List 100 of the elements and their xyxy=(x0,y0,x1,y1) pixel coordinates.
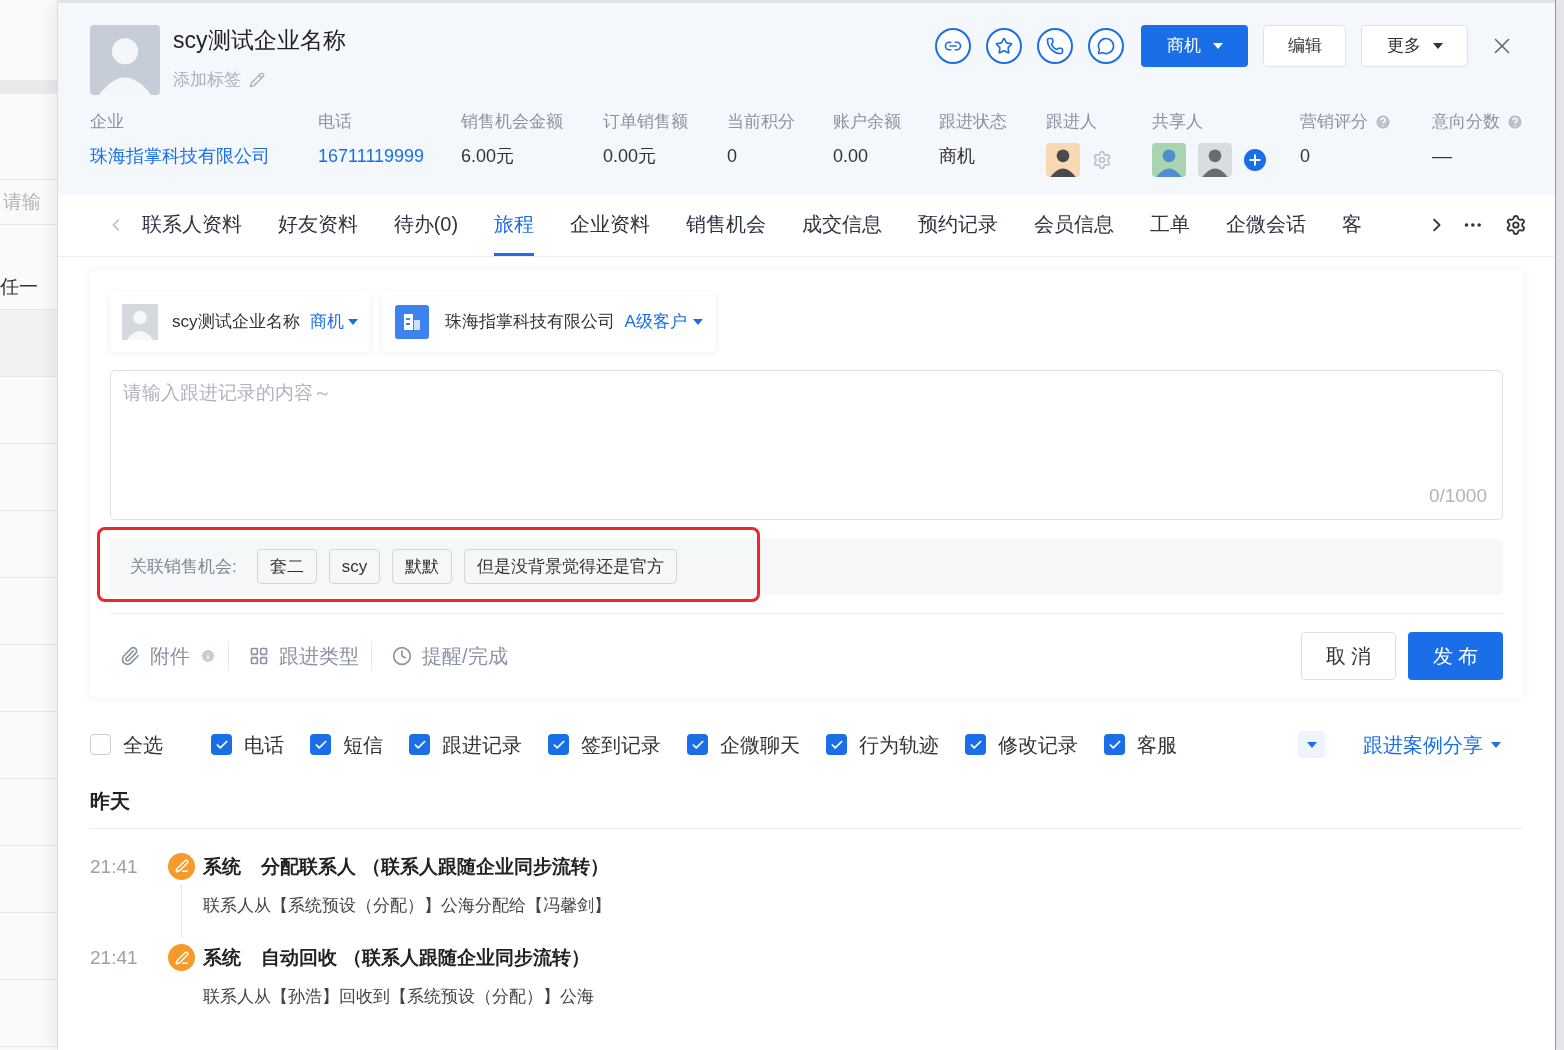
share-dropdown[interactable]: 跟进案例分享 xyxy=(1363,729,1501,760)
field-value: 0.00元 xyxy=(603,144,658,168)
company-name: 珠海指掌科技有限公司 xyxy=(444,310,615,333)
checkbox[interactable] xyxy=(965,734,986,755)
checkbox[interactable] xyxy=(211,734,232,755)
field-label: 跟进状态 xyxy=(939,111,1007,133)
caret-icon xyxy=(347,318,358,325)
field-label: 跟进人 xyxy=(1046,111,1097,133)
opportunity-tag[interactable]: 套二 xyxy=(256,549,317,584)
opportunity-tag[interactable]: 默默 xyxy=(392,549,453,584)
tab[interactable]: 成交信息 xyxy=(802,194,883,256)
checkbox[interactable] xyxy=(310,734,331,755)
checkbox-label: 签到记录 xyxy=(581,732,661,758)
char-counter: 0/1000 xyxy=(1428,484,1488,508)
field-label: 当前积分 xyxy=(727,111,795,133)
settings-icon[interactable] xyxy=(1505,214,1527,236)
tab[interactable]: 企微会话 xyxy=(1226,194,1307,256)
field-value: –– xyxy=(1432,144,1454,168)
tab[interactable]: 工单 xyxy=(1150,194,1191,256)
caret-icon xyxy=(1306,741,1317,748)
field-label: 订单销售额 xyxy=(603,111,688,133)
opportunity-tag[interactable]: 但是没背景觉得还是官方 xyxy=(464,549,678,584)
contact-name: scy测试企业名称 xyxy=(173,26,346,55)
tab[interactable]: 好友资料 xyxy=(277,194,358,256)
link-button[interactable] xyxy=(935,28,971,64)
field-label: 电话 xyxy=(318,111,352,133)
field-value: 0 xyxy=(1300,144,1311,168)
checkbox-label: 短信 xyxy=(343,732,383,758)
type-icon[interactable] xyxy=(249,645,269,666)
field-value: 商机 xyxy=(939,144,976,168)
checkbox-label: 客服 xyxy=(1137,732,1177,758)
field-label: 账户余额 xyxy=(833,111,901,133)
tab[interactable]: 待办(0) xyxy=(393,194,459,256)
reminder-icon[interactable] xyxy=(392,645,412,666)
checkbox-label: 行为轨迹 xyxy=(859,732,939,758)
checkbox[interactable] xyxy=(90,734,111,755)
entry-time: 21:41 xyxy=(90,854,139,879)
tab[interactable]: 销售机会 xyxy=(686,194,767,256)
tab[interactable]: 客 xyxy=(1342,194,1363,256)
field-link[interactable]: 16711119999 xyxy=(318,142,461,170)
linked-opportunities-label: 关联销售机会: xyxy=(130,555,237,578)
publish-button[interactable]: 发 布 xyxy=(1408,631,1503,680)
placeholder-text: 请输入跟进记录的内容～ xyxy=(123,380,333,405)
checkbox-label: 修改记录 xyxy=(998,732,1078,758)
checkbox[interactable] xyxy=(409,734,430,755)
field-label: 企业 xyxy=(90,111,124,133)
checkbox[interactable] xyxy=(548,734,569,755)
building-icon xyxy=(394,304,429,339)
checkbox-label: 全选 xyxy=(123,732,163,758)
field-link[interactable]: 珠海指掌科技有限公司 xyxy=(90,142,318,170)
status-dropdown[interactable]: 商机 xyxy=(309,308,358,335)
chat-button[interactable] xyxy=(1088,28,1124,64)
field-value: 6.00元 xyxy=(461,144,516,168)
grade-dropdown[interactable]: A级客户 xyxy=(624,308,703,335)
status-dropdown-button[interactable]: 商机 xyxy=(1141,25,1248,67)
checkbox[interactable] xyxy=(1104,734,1125,755)
tab[interactable]: 旅程 xyxy=(494,194,535,256)
chat-icon xyxy=(1097,37,1115,55)
caret-icon xyxy=(1212,43,1223,49)
tab[interactable]: 联系人资料 xyxy=(141,194,242,256)
entry-detail: 联系人从【孙浩】回收到【系统预设（分配）】公海 xyxy=(203,986,594,1008)
cancel-button[interactable]: 取 消 xyxy=(1301,631,1396,680)
caret-icon xyxy=(1491,741,1501,748)
more-button[interactable]: 更多 xyxy=(1361,25,1468,67)
tab[interactable]: 预约记录 xyxy=(918,194,999,256)
checkbox-label: 跟进记录 xyxy=(442,732,522,758)
field-value: 0.00 xyxy=(833,144,870,168)
checkbox[interactable] xyxy=(687,734,708,755)
edit-button[interactable]: 编辑 xyxy=(1263,25,1346,67)
phone-icon xyxy=(1046,37,1064,55)
entry-title: 自动回收 （联系人跟随企业同步流转） xyxy=(261,946,590,970)
opportunity-tag[interactable]: scy xyxy=(328,549,381,584)
tab[interactable]: 会员信息 xyxy=(1034,194,1115,256)
add-button[interactable] xyxy=(1244,148,1266,171)
star-icon xyxy=(995,37,1013,55)
field-label: 营销评分 xyxy=(1300,111,1368,133)
plus-icon xyxy=(1247,151,1263,168)
checkbox-label: 电话 xyxy=(244,732,284,758)
phone-button[interactable] xyxy=(1037,28,1073,64)
list-text: 任一 xyxy=(0,275,38,300)
entry-actor: 系统 xyxy=(203,854,241,879)
star-button[interactable] xyxy=(986,28,1022,64)
caret-icon xyxy=(1432,43,1443,49)
entry-time: 21:41 xyxy=(90,946,139,970)
expand-button[interactable] xyxy=(1298,731,1325,758)
field-label: 销售机会金额 xyxy=(461,111,563,133)
contact-name: scy测试企业名称 xyxy=(172,310,300,333)
field-value: 0 xyxy=(727,144,738,168)
entry-title: 分配联系人 （联系人跟随企业同步流转） xyxy=(261,854,609,879)
entry-detail: 联系人从【系统预设（分配）】公海分配给【冯馨剑】 xyxy=(203,894,611,917)
field-label: 共享人 xyxy=(1152,111,1203,133)
pen-icon xyxy=(174,950,189,965)
attachment-icon[interactable] xyxy=(120,645,140,666)
pen-icon xyxy=(174,859,189,873)
checkbox-label: 企微聊天 xyxy=(720,732,800,758)
date-heading: 昨天 xyxy=(90,789,130,812)
checkbox[interactable] xyxy=(826,734,847,755)
field-label: 意向分数 xyxy=(1432,111,1500,133)
tab[interactable]: 企业资料 xyxy=(570,194,651,256)
caret-icon xyxy=(692,318,703,325)
